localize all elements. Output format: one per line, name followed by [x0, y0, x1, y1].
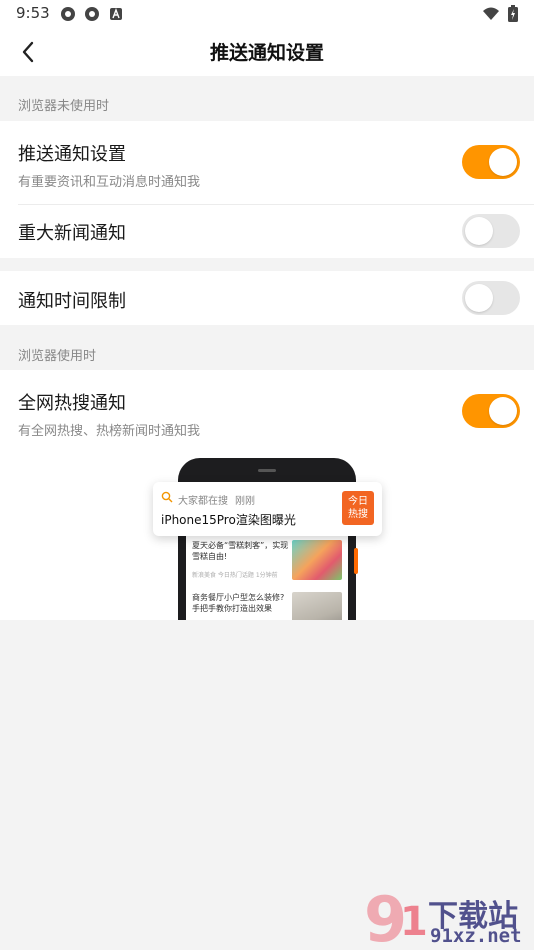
battery-charging-icon [508, 5, 518, 26]
toggle-knob [489, 148, 517, 176]
section-label-browser-used: 浏览器使用时 [18, 349, 97, 364]
setting-title: 通知时间限制 [18, 291, 126, 312]
push-notify-toggle[interactable] [462, 145, 520, 179]
news-title: 商务餐厅小户型怎么装修? 手把手教你打造出效果 [192, 593, 285, 613]
setting-title: 全网热搜通知 [18, 393, 126, 414]
status-bar: 9:53 [0, 0, 534, 28]
toggle-knob [465, 217, 493, 245]
status-icons-right [482, 5, 518, 26]
notification-time: 刚刚 [235, 496, 255, 507]
setting-row-time-limit[interactable]: 通知时间限制 [0, 271, 534, 325]
setting-title: 重大新闻通知 [18, 223, 126, 244]
page-title: 推送通知设置 [209, 42, 324, 64]
search-icon [161, 491, 173, 503]
setting-subtitle: 有重要资讯和互动消息时通知我 [18, 175, 201, 190]
watermark: 9 1 下载站 91xz.net [362, 883, 534, 950]
phone-notch [258, 469, 276, 472]
settings-panel-time-limit: 通知时间限制 [0, 271, 534, 325]
badge-line: 今日 [348, 496, 368, 507]
badge-line: 热搜 [348, 509, 368, 520]
notification-card: 大家都在搜 刚刚 iPhone15Pro渲染图曝光 今日 热搜 [153, 482, 382, 536]
setting-subtitle: 有全网热搜、热榜新闻时通知我 [18, 424, 201, 439]
notification-headline: iPhone15Pro渲染图曝光 [161, 513, 296, 527]
news-thumbnail [292, 540, 342, 580]
settings-panel-browser-unused: 推送通知设置 有重要资讯和互动消息时通知我 重大新闻通知 [0, 121, 534, 258]
news-item: 夏天必备“雪糕刺客”，实现雪糕自由! 新浪美食 今日热门话题 1分钟前 [192, 540, 342, 584]
setting-row-hot-search[interactable]: 全网热搜通知 有全网热搜、热榜新闻时通知我 [0, 370, 534, 450]
news-title: 夏天必备“雪糕刺客”，实现雪糕自由! [192, 541, 289, 561]
major-news-toggle[interactable] [462, 214, 520, 248]
settings-gear-icon [60, 6, 76, 22]
setting-row-major-news[interactable]: 重大新闻通知 [0, 205, 534, 258]
section-label-browser-unused: 浏览器未使用时 [18, 99, 110, 114]
a-badge-icon [108, 6, 124, 22]
toggle-knob [489, 397, 517, 425]
header: 推送通知设置 [0, 28, 534, 76]
notification-illustration: 夏天必备“雪糕刺客”，实现雪糕自由! 新浪美食 今日热门话题 1分钟前 商务餐厅… [0, 448, 534, 620]
hot-search-badge: 今日 热搜 [342, 491, 374, 525]
phone-side-tab [354, 548, 358, 574]
news-meta: 新浪美食 今日热门话题 1分钟前 [192, 572, 278, 579]
news-thumbnail [292, 592, 342, 620]
time-limit-toggle[interactable] [462, 281, 520, 315]
toggle-knob [465, 284, 493, 312]
news-item: 商务餐厅小户型怎么装修? 手把手教你打造出效果 [192, 592, 342, 620]
svg-text:1: 1 [400, 899, 428, 945]
notification-source: 大家都在搜 [178, 496, 228, 507]
status-icons-left [60, 6, 124, 22]
settings-gear-icon [84, 6, 100, 22]
settings-panel-browser-used: 全网热搜通知 有全网热搜、热榜新闻时通知我 [0, 370, 534, 450]
watermark-url: 91xz.net [430, 925, 522, 947]
wifi-icon [482, 6, 500, 26]
setting-row-push-notify[interactable]: 推送通知设置 有重要资讯和互动消息时通知我 [0, 121, 534, 204]
hot-search-toggle[interactable] [462, 394, 520, 428]
setting-title: 推送通知设置 [18, 144, 126, 165]
status-time: 9:53 [16, 4, 50, 22]
